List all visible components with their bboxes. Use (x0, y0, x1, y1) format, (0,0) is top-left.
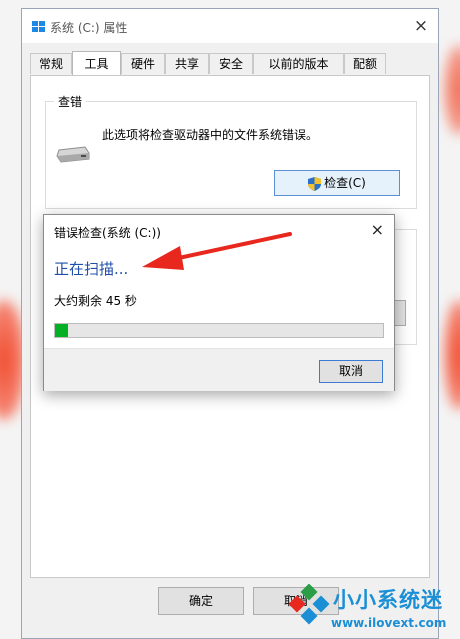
scan-status-heading: 正在扫描... (54, 260, 129, 278)
check-button-label: 检查(C) (324, 176, 366, 190)
tab-hardware[interactable]: 硬件 (121, 53, 165, 74)
tab-tools[interactable]: 工具 (72, 51, 121, 75)
red-arrow-annotation (142, 232, 292, 270)
title-bar: 系统 (C:) 属性 × (22, 9, 438, 43)
ok-button[interactable]: 确定 (158, 587, 244, 615)
background-decoration (444, 300, 460, 410)
check-button[interactable]: 检查(C) (274, 170, 400, 196)
watermark-logo-icon (288, 584, 330, 625)
window-title: 系统 (C:) 属性 (50, 21, 128, 35)
scan-progress-bar (54, 323, 384, 338)
group-description: 此选项将检查驱动器中的文件系统错误。 (102, 128, 319, 142)
tab-sharing[interactable]: 共享 (165, 53, 209, 74)
dialog-footer: 取消 (44, 348, 394, 391)
watermark: 小小系统迷 www.ilovext.com (283, 578, 460, 639)
watermark-url: www.ilovext.com (331, 616, 447, 630)
uac-shield-icon (308, 176, 322, 191)
progress-fill (55, 324, 69, 337)
error-check-group: 查错 此选项将检查驱动器中的文件系统错误。 检查(C) (45, 93, 417, 209)
drive-icon (32, 21, 45, 32)
tab-general[interactable]: 常规 (30, 53, 72, 74)
tab-quota[interactable]: 配额 (344, 53, 386, 74)
tab-security[interactable]: 安全 (209, 53, 253, 74)
group-label: 查错 (54, 93, 87, 110)
dialog-cancel-button[interactable]: 取消 (319, 360, 383, 383)
close-button[interactable]: × (408, 13, 434, 39)
watermark-brand: 小小系统迷 (333, 588, 443, 612)
time-remaining: 大约剩余 45 秒 (54, 294, 137, 308)
dialog-close-button[interactable]: × (371, 220, 384, 239)
tab-previous-versions[interactable]: 以前的版本 (253, 53, 344, 74)
hard-drive-icon (56, 146, 90, 163)
background-decoration (444, 45, 460, 135)
